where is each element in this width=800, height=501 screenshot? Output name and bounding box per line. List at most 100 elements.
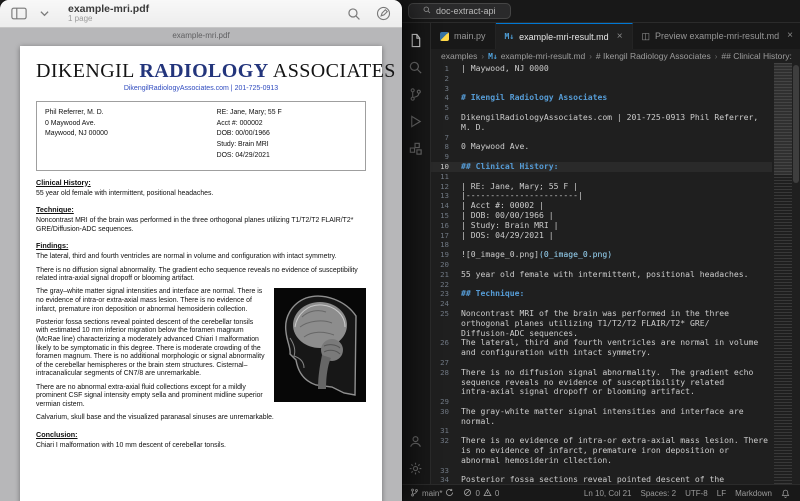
code-line[interactable]: 1 | Maywood, NJ 0000 <box>431 64 772 74</box>
preview-content[interactable]: example-mri.pdf DIKENGIL RADIOLOGY ASSOC… <box>0 27 402 501</box>
code-line[interactable]: 25Noncontrast MRI of the brain was perfo… <box>431 309 772 338</box>
line-number: 14 <box>431 201 457 211</box>
line-number: 34 <box>431 475 457 484</box>
section-heading: Findings: <box>36 241 366 250</box>
screen: doc-extract-api <box>0 0 800 501</box>
code-line[interactable]: 32There is no evidence of intra-or extra… <box>431 436 772 465</box>
search-sidebar-icon[interactable] <box>403 55 427 79</box>
window-title-group: example-mri.pdf 1 page <box>68 4 149 24</box>
settings-gear-icon[interactable] <box>403 456 427 480</box>
preview-window: example-mri.pdf 1 page example-mri.pdf D… <box>0 0 402 501</box>
line-number: 20 <box>431 260 457 270</box>
line-number: 28 <box>431 368 457 397</box>
tab-example-mri-result[interactable]: M↓ example-mri-result.md × <box>496 23 633 49</box>
sidebar-toggle-icon[interactable] <box>10 6 28 22</box>
chevron-right-icon: › <box>589 52 592 61</box>
sync-icon <box>445 488 454 499</box>
close-tab-icon[interactable]: × <box>617 32 623 42</box>
line-number: 17 <box>431 231 457 241</box>
minimap-slider[interactable] <box>774 63 792 175</box>
line-text: ## Clinical History: <box>461 162 771 172</box>
eol-sequence[interactable]: LF <box>717 489 726 498</box>
code-line[interactable]: 2 <box>431 74 772 84</box>
breadcrumb: examples › M↓example-mri-result.md › # I… <box>431 49 800 63</box>
cursor-position[interactable]: Ln 10, Col 21 <box>584 489 632 498</box>
line-text: DikengilRadiologyAssociates.com | 201-72… <box>461 113 771 133</box>
breadcrumb-symbol-h1[interactable]: # Ikengil Radiology Associates <box>596 51 711 61</box>
markdown-editor[interactable]: 1 | Maywood, NJ 0000234# Ikengil Radiolog… <box>431 63 800 484</box>
workspace-name: doc-extract-api <box>436 7 496 16</box>
line-number: 3 <box>431 84 457 94</box>
code-line[interactable]: 4# Ikengil Radiology Associates <box>431 93 772 103</box>
code-line[interactable]: 34Posterior fossa sections reveal pointe… <box>431 475 772 484</box>
activity-bar <box>400 23 431 484</box>
line-number: 9 <box>431 152 457 162</box>
line-number: 32 <box>431 436 457 465</box>
breadcrumb-folder[interactable]: examples <box>441 51 477 61</box>
command-center[interactable]: doc-extract-api <box>408 3 511 19</box>
code-line[interactable]: 19![0_image_0.png](0_image_0.png) <box>431 250 772 260</box>
line-text: ![0_image_0.png](0_image_0.png) <box>461 250 771 260</box>
preview-icon: ◫ <box>642 31 651 42</box>
encoding[interactable]: UTF-8 <box>685 489 708 498</box>
markdown-icon: M↓ <box>488 52 498 61</box>
chevron-down-icon[interactable] <box>35 6 53 22</box>
tab-preview-example-mri-result[interactable]: ◫ Preview example-mri-result.md × <box>633 23 800 49</box>
notifications-bell-icon[interactable] <box>781 489 790 498</box>
section-paragraph: The lateral, third and fourth ventricles… <box>36 253 366 262</box>
breadcrumb-symbol-h2[interactable]: ## Clinical History: <box>721 51 791 61</box>
from-line: Phil Referrer, M. D. <box>45 108 217 119</box>
code-line[interactable]: 6DikengilRadiologyAssociates.com | 201-7… <box>431 113 772 133</box>
pdf-section: Findings: The lateral, third and fourth v… <box>36 241 366 422</box>
code-line[interactable]: 10 ## Clinical History: <box>431 162 772 172</box>
line-number: 26 <box>431 338 457 358</box>
code-line[interactable]: 80 Maywood Ave. <box>431 142 772 152</box>
tab-main-py[interactable]: main.py <box>431 23 496 49</box>
line-number: 10 <box>431 162 457 172</box>
patient-line: DOB: 00/00/1966 <box>217 129 357 140</box>
line-text <box>461 74 771 84</box>
zoom-icon[interactable] <box>345 6 363 22</box>
git-branch-indicator[interactable]: main* <box>410 488 454 499</box>
search-icon <box>423 6 431 16</box>
tab-label: example-mri-result.md <box>519 32 609 42</box>
line-number: 25 <box>431 309 457 338</box>
minimap[interactable] <box>774 63 792 484</box>
chevron-right-icon: › <box>715 52 718 61</box>
editor-scrollbar[interactable] <box>792 63 800 484</box>
branch-icon <box>410 488 419 499</box>
breadcrumb-file[interactable]: M↓example-mri-result.md <box>488 51 585 61</box>
extensions-icon[interactable] <box>403 136 427 160</box>
scrollbar-thumb[interactable] <box>793 65 799 183</box>
line-number: 31 <box>431 426 457 436</box>
line-number: 16 <box>431 221 457 231</box>
code-line[interactable]: 23## Technique: <box>431 289 772 299</box>
line-number: 4 <box>431 93 457 103</box>
code-line[interactable]: 30The gray-white matter signal intensiti… <box>431 407 772 427</box>
close-tab-icon[interactable]: × <box>787 31 793 41</box>
line-number: 1 <box>431 64 457 74</box>
code-line[interactable]: 28There is no diffusion signal abnormali… <box>431 368 772 397</box>
patient-line: Acct #: 000002 <box>217 119 357 130</box>
explorer-icon[interactable] <box>403 28 427 52</box>
run-debug-icon[interactable] <box>403 109 427 133</box>
code-line[interactable]: 26The lateral, third and fourth ventricl… <box>431 338 772 358</box>
line-text: There is no diffusion signal abnormality… <box>461 368 771 397</box>
markup-icon[interactable] <box>374 6 392 22</box>
from-line: 0 Maywood Ave. <box>45 119 217 130</box>
line-text: There is no evidence of intra-or extra-a… <box>461 436 771 465</box>
line-number: 33 <box>431 466 457 476</box>
language-mode[interactable]: Markdown <box>735 489 772 498</box>
pdf-page: DIKENGIL RADIOLOGY ASSOCIATES DikengilRa… <box>20 46 382 501</box>
vscode-window: doc-extract-api <box>400 0 800 501</box>
python-icon <box>440 32 449 41</box>
account-icon[interactable] <box>403 429 427 453</box>
source-control-icon[interactable] <box>403 82 427 106</box>
problems-indicator[interactable]: 0 0 <box>463 488 499 499</box>
line-text: | Maywood, NJ 0000 <box>461 64 771 74</box>
code-line[interactable]: 2155 year old female with intermittent, … <box>431 270 772 280</box>
tab-label: main.py <box>454 31 486 41</box>
indentation[interactable]: Spaces: 2 <box>641 489 677 498</box>
line-text: | DOS: 04/29/2021 | <box>461 231 771 241</box>
code-line[interactable]: 17 | DOS: 04/29/2021 | <box>431 231 772 241</box>
